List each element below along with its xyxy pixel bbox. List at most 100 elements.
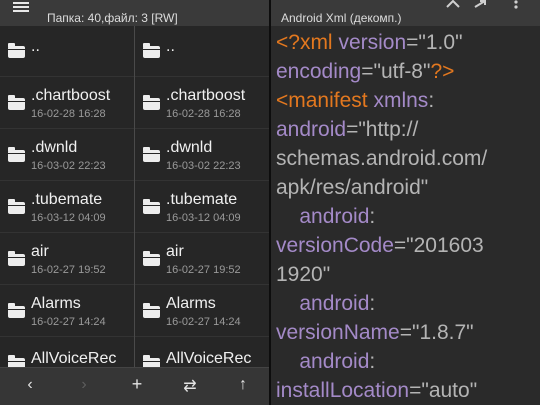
row-separator xyxy=(0,76,134,77)
code-token: : xyxy=(369,292,376,315)
code-token: version xyxy=(338,31,407,54)
file-name: .chartboost xyxy=(166,87,246,104)
row-separator xyxy=(0,128,134,129)
folder-icon xyxy=(8,355,25,367)
code-token: " xyxy=(469,379,478,402)
code-token: =" xyxy=(399,321,420,344)
file-list-item[interactable]: .tubemate 16-03-12 04:09 xyxy=(135,182,269,233)
file-name: .dwnld xyxy=(166,139,213,156)
file-name: Alarms xyxy=(166,295,216,312)
code-line: apk/res/android" xyxy=(276,173,538,202)
file-list-item[interactable]: Alarms 16-02-27 14:24 xyxy=(135,286,269,337)
code-token: " xyxy=(455,31,463,54)
file-date: 16-03-02 22:23 xyxy=(166,160,241,172)
file-list-item[interactable]: AllVoiceRec xyxy=(135,338,269,367)
code-token: <manifest xyxy=(276,89,374,112)
share-icon[interactable] xyxy=(446,0,460,8)
file-list-item[interactable]: .chartboost 16-02-28 16:28 xyxy=(135,78,269,129)
code-token: " xyxy=(420,176,429,199)
code-token: installLocation xyxy=(276,379,410,402)
code-line: versionCode="201603 xyxy=(276,231,538,260)
code-token: auto xyxy=(428,379,470,402)
code-token: http:// xyxy=(365,118,419,141)
code-line: schemas.android.com/ xyxy=(276,144,538,173)
viewer-title: Android Xml (декомп.) xyxy=(281,11,402,25)
code-token: ?> xyxy=(430,60,455,83)
code-line: encoding="utf-8"?> xyxy=(276,57,538,86)
code-token: : xyxy=(428,89,435,112)
file-date: 16-03-12 04:09 xyxy=(31,212,106,224)
folder-icon xyxy=(143,303,160,318)
folder-icon xyxy=(8,251,25,266)
code-line: <manifest xmlns: xyxy=(276,86,538,115)
row-separator xyxy=(135,284,269,285)
parent-folder-button[interactable]: ↑ xyxy=(231,376,255,394)
more-icon[interactable] xyxy=(513,0,519,10)
file-name: .chartboost xyxy=(31,87,111,104)
folder-icon xyxy=(143,95,160,110)
file-list-item[interactable]: AllVoiceRec xyxy=(0,338,134,367)
folder-icon xyxy=(143,147,160,162)
file-list-pane-left[interactable]: .. .chartboost 16-02-28 16:28 .dwnld 16-03-0… xyxy=(0,26,134,367)
file-list-item[interactable]: .dwnld 16-03-02 22:23 xyxy=(135,130,269,181)
forward-button[interactable]: › xyxy=(72,376,96,394)
code-token: android xyxy=(276,205,370,228)
row-separator xyxy=(135,128,269,129)
resize-icon[interactable] xyxy=(473,0,487,8)
file-date: 16-03-02 22:23 xyxy=(31,160,106,172)
code-token: schemas.android.com/ xyxy=(276,147,488,170)
code-line: android: xyxy=(276,347,538,376)
file-name: .tubemate xyxy=(31,191,103,208)
code-line: <?xml version="1.0" xyxy=(276,28,538,57)
code-token: =" xyxy=(346,118,366,141)
code-token: " xyxy=(322,263,331,286)
code-token: =" xyxy=(409,379,429,402)
file-list-item[interactable]: .chartboost 16-02-28 16:28 xyxy=(0,78,134,129)
file-name: air xyxy=(166,243,184,260)
file-name: AllVoiceRec xyxy=(166,350,252,367)
code-token: versionCode xyxy=(276,234,394,257)
code-token: " xyxy=(466,321,474,344)
row-separator xyxy=(135,232,269,233)
folder-icon xyxy=(8,199,25,214)
menu-icon[interactable] xyxy=(13,2,29,12)
file-date: 16-03-12 04:09 xyxy=(166,212,241,224)
code-token: encoding xyxy=(276,60,362,83)
code-token: utf-8 xyxy=(380,60,423,83)
file-name: AllVoiceRec xyxy=(31,350,117,367)
code-token: xmlns xyxy=(373,89,429,112)
folder-icon xyxy=(143,355,160,367)
file-date: 16-02-28 16:28 xyxy=(31,108,106,120)
code-token: 201603 xyxy=(413,234,484,257)
code-line: android: xyxy=(276,202,538,231)
file-list-pane-right[interactable]: .. .chartboost 16-02-28 16:28 .dwnld 16-03-0… xyxy=(135,26,269,367)
code-token: =" xyxy=(361,60,381,83)
file-list-item[interactable]: Alarms 16-02-27 14:24 xyxy=(0,286,134,337)
xml-code-view[interactable]: <?xml version="1.0" encoding="utf-8"?> <ma… xyxy=(276,28,538,405)
row-separator xyxy=(135,336,269,337)
file-list-item[interactable]: air 16-02-27 19:52 xyxy=(135,234,269,285)
file-list-item[interactable]: .dwnld 16-03-02 22:23 xyxy=(0,130,134,181)
bottom-toolbar: ‹ › + ⇄ ↑ xyxy=(0,367,269,405)
file-manager-panel: Папка: 40,файл: 3 [RW] .. .chartboost 16-0… xyxy=(0,0,269,405)
file-list-item[interactable]: .. xyxy=(135,26,269,77)
file-name: air xyxy=(31,243,49,260)
file-date: 16-02-28 16:28 xyxy=(166,108,241,120)
code-line: android="http:// xyxy=(276,115,538,144)
folder-icon xyxy=(8,303,25,318)
row-separator xyxy=(0,180,134,181)
code-token: : xyxy=(369,350,376,373)
folder-icon xyxy=(8,43,25,58)
add-button[interactable]: + xyxy=(125,374,149,395)
folder-status: Папка: 40,файл: 3 [RW] xyxy=(47,11,178,25)
code-line: 1920" xyxy=(276,260,538,289)
file-date: 16-02-27 14:24 xyxy=(31,316,106,328)
file-list-item[interactable]: air 16-02-27 19:52 xyxy=(0,234,134,285)
file-list-item[interactable]: .tubemate 16-03-12 04:09 xyxy=(0,182,134,233)
file-list-item[interactable]: .. xyxy=(0,26,134,77)
swap-panes-button[interactable]: ⇄ xyxy=(178,376,202,396)
back-button[interactable]: ‹ xyxy=(18,376,42,394)
file-name: Alarms xyxy=(31,295,81,312)
row-separator xyxy=(0,284,134,285)
code-token: versionName xyxy=(276,321,400,344)
